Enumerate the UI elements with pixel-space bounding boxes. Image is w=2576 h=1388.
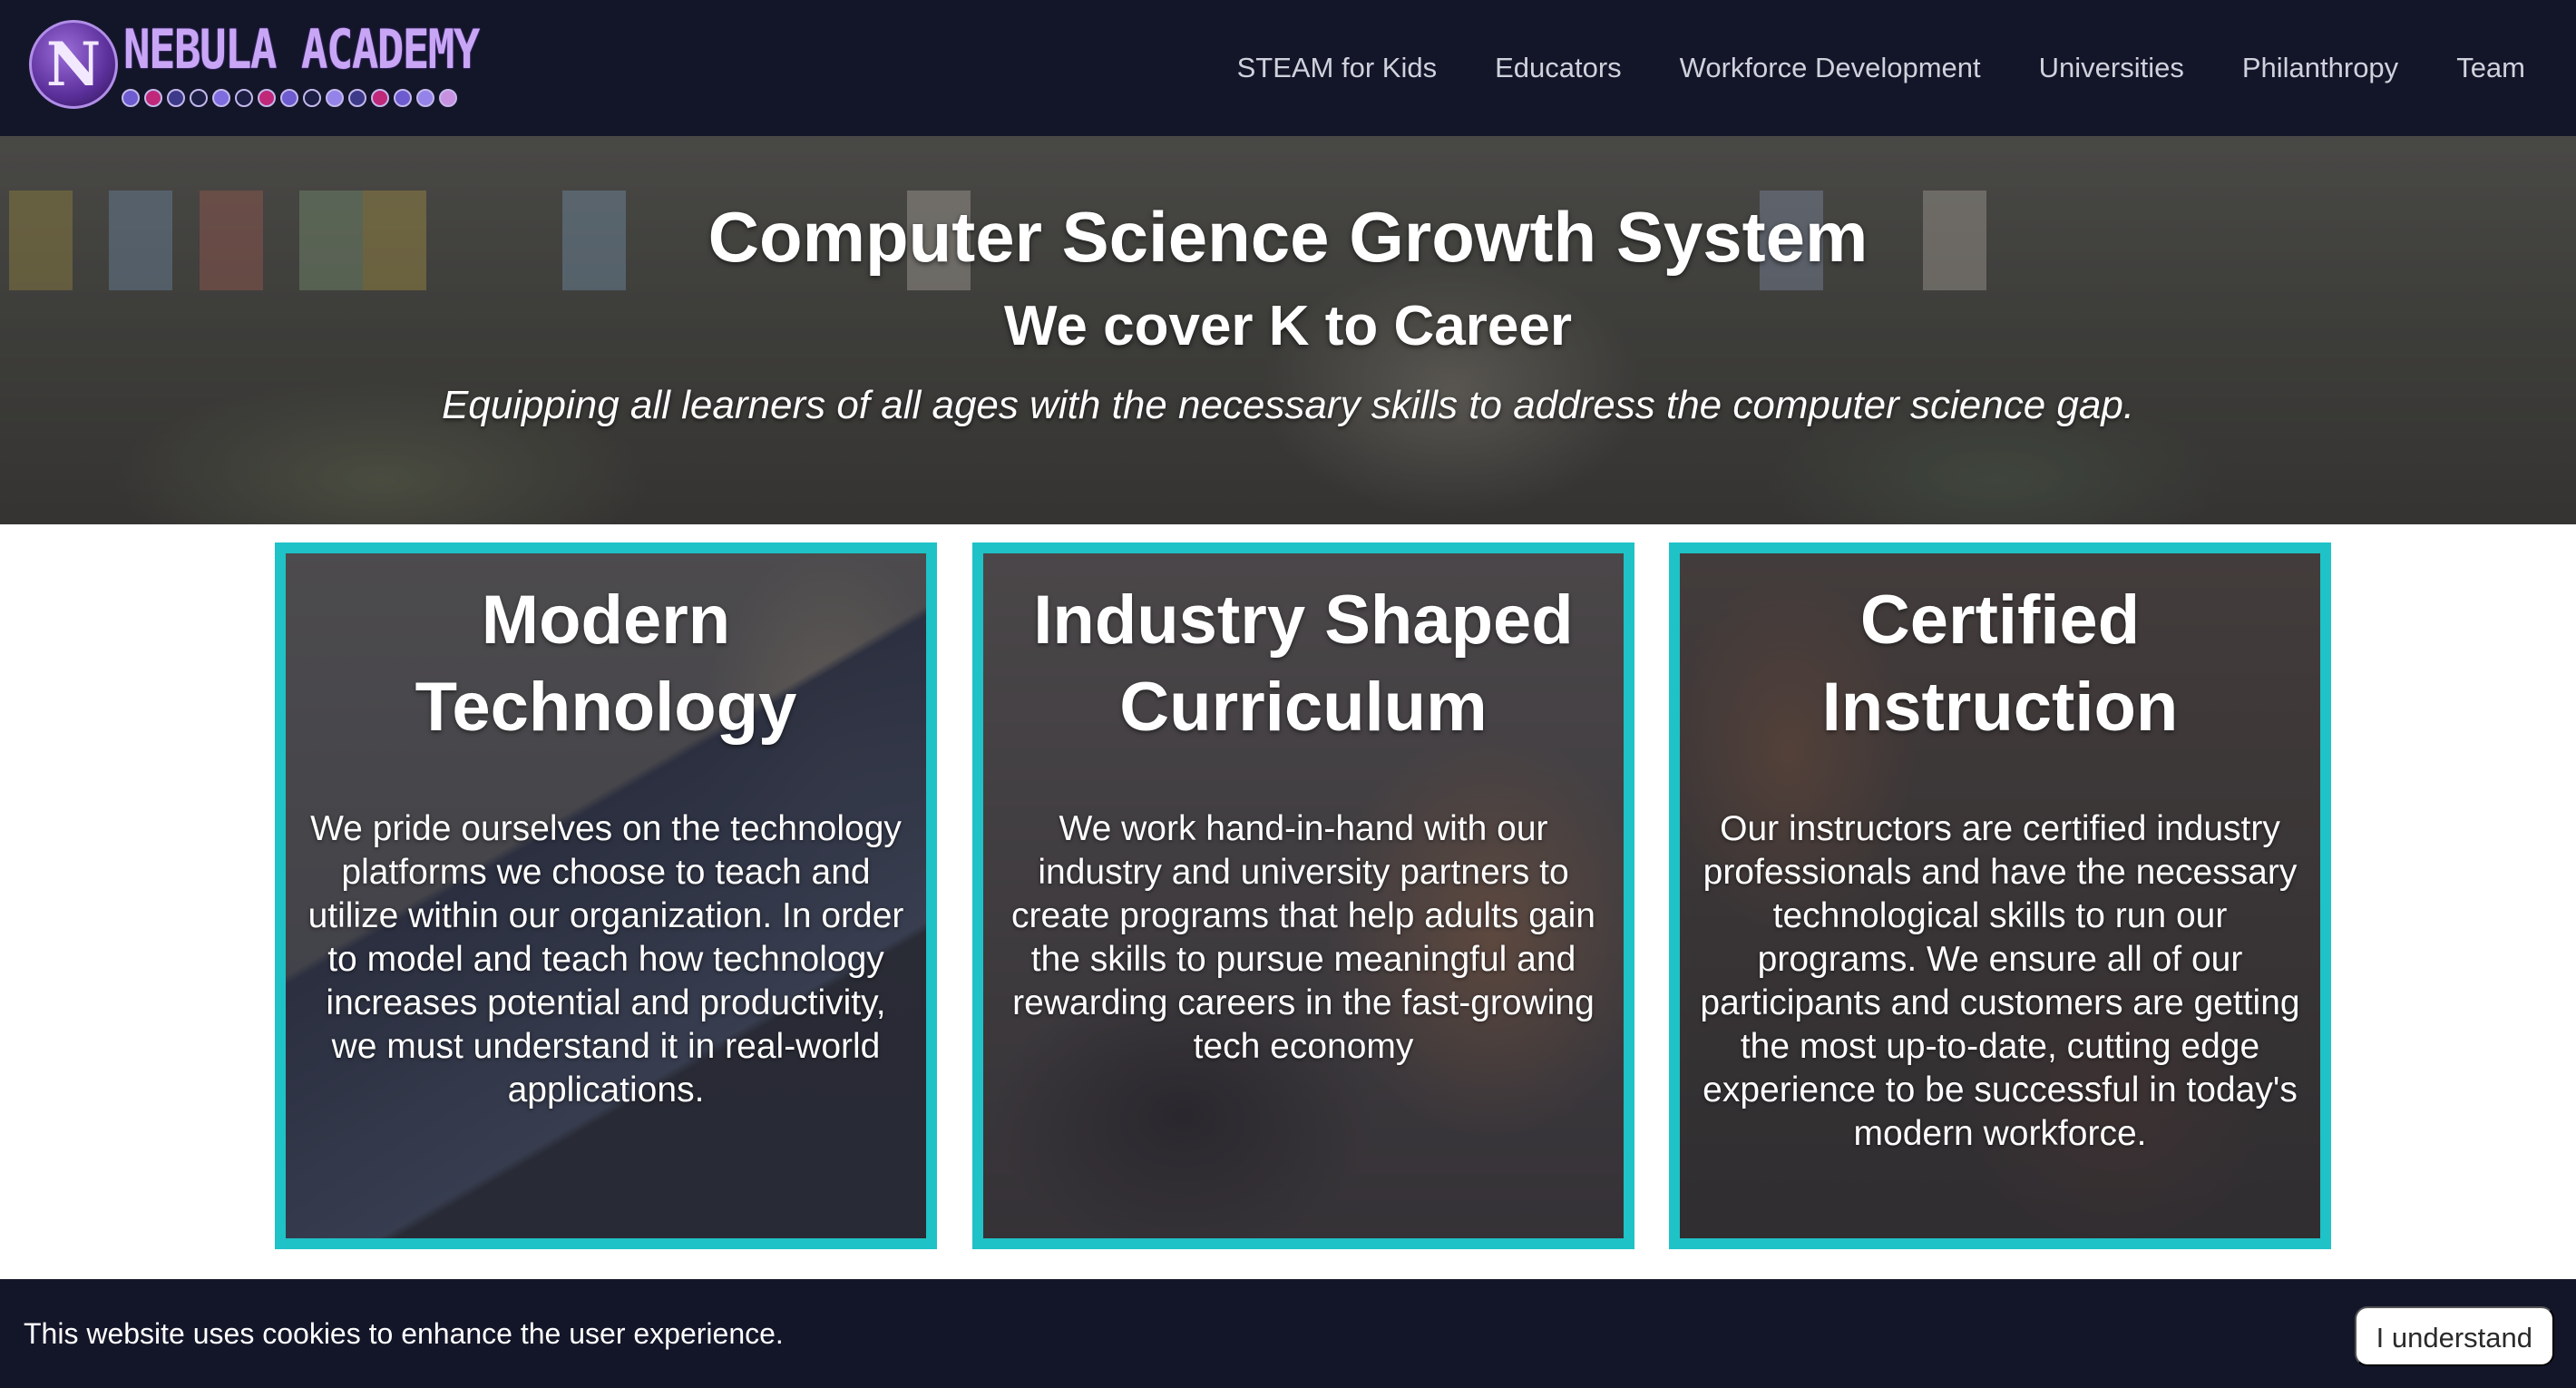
- nav-link-universities[interactable]: Universities: [2039, 52, 2184, 84]
- logo-dots-decoration: [122, 89, 457, 107]
- hero-title: Computer Science Growth System: [707, 197, 1869, 277]
- navbar: N NEBULA ACADEMY STEAM for Kids Educator…: [0, 0, 2576, 136]
- card-title: Industry Shaped Curriculum: [1033, 582, 1574, 746]
- nav-link-steam-for-kids[interactable]: STEAM for Kids: [1237, 52, 1438, 84]
- logo-letter: N: [45, 29, 102, 100]
- nav-link-workforce-development[interactable]: Workforce Development: [1680, 52, 1981, 84]
- card-title: Modern Technology: [415, 582, 797, 746]
- hero-subtitle: We cover K to Career: [1004, 295, 1572, 357]
- cookie-accept-button[interactable]: I understand: [2354, 1306, 2554, 1366]
- card-body: Our instructors are certified industry p…: [1700, 809, 2300, 1153]
- cookie-message: This website uses cookies to enhance the…: [24, 1317, 784, 1350]
- main-nav: STEAM for Kids Educators Workforce Devel…: [1237, 0, 2525, 136]
- hero-banner: Computer Science Growth System We cover …: [0, 136, 2576, 524]
- card-title: Certified Instruction: [1821, 582, 2179, 746]
- nav-link-philanthropy[interactable]: Philanthropy: [2242, 52, 2398, 84]
- brand-logo[interactable]: N NEBULA ACADEMY: [29, 18, 501, 118]
- feature-card-industry-shaped-curriculum: Industry Shaped Curriculum We work hand-…: [972, 542, 1634, 1249]
- nav-link-team[interactable]: Team: [2456, 52, 2525, 84]
- cookie-consent-bar: This website uses cookies to enhance the…: [0, 1279, 2576, 1388]
- nav-link-educators[interactable]: Educators: [1495, 52, 1622, 84]
- feature-card-certified-instruction: Certified Instruction Our instructors ar…: [1669, 542, 2331, 1249]
- card-body: We pride ourselves on the technology pla…: [307, 809, 904, 1109]
- card-body: We work hand-in-hand with our industry a…: [1011, 809, 1595, 1066]
- logo-badge-icon: N: [29, 20, 118, 109]
- brand-name: NEBULA ACADEMY: [123, 18, 480, 82]
- feature-card-modern-technology: Modern Technology We pride ourselves on …: [275, 542, 937, 1249]
- hero-tagline: Equipping all learners of all ages with …: [441, 383, 2135, 427]
